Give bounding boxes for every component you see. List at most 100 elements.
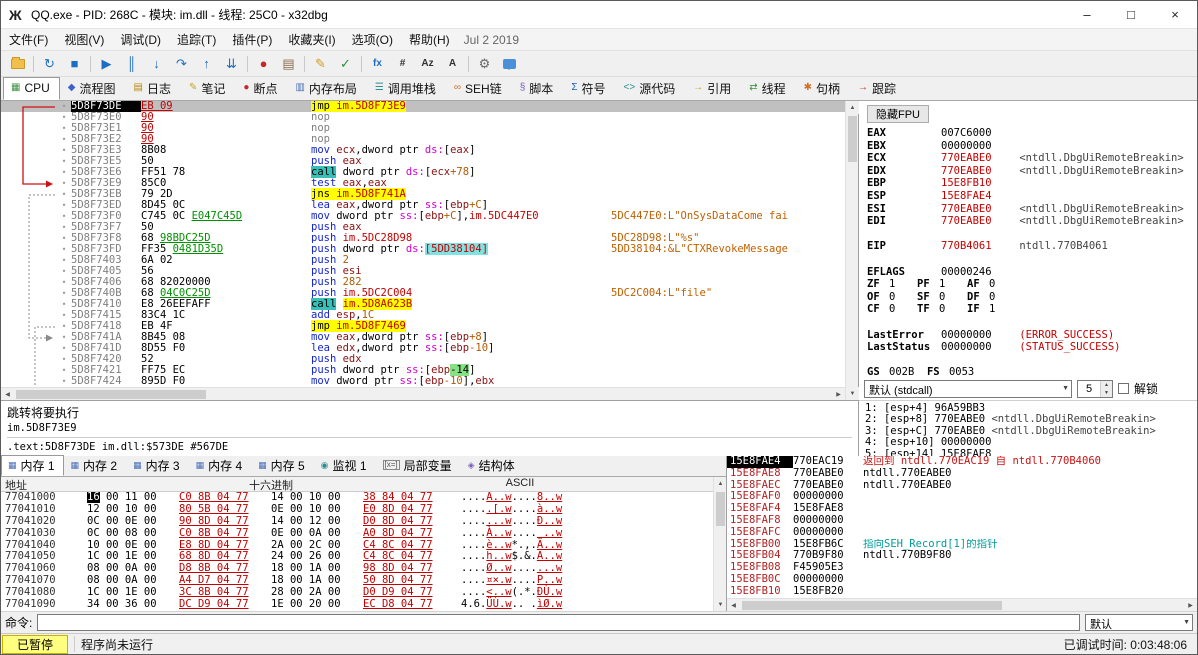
view-tab-notes[interactable]: ✎笔记 [181,77,235,100]
memory-row[interactable]: 7704101012 00 10 0080 5B 04 770E 00 10 0… [1,504,713,516]
disasm-row[interactable]: •5D8F73F0C745 0C E047C45Dmov dword ptr s… [1,211,845,222]
breakpoint-dot[interactable]: • [57,288,71,299]
register-row[interactable]: LastError00000000 (ERROR_SUCCESS) [867,329,1195,342]
breakpoint-dot[interactable]: • [57,222,71,233]
disasm-row[interactable]: •5D8F73E190nop [1,123,845,134]
maximize-button[interactable]: □ [1109,1,1153,29]
stepper-down-icon[interactable]: ▼ [1101,389,1112,397]
disasm-row[interactable]: •5D8F73E985C0test eax,eax [1,178,845,189]
register-row[interactable]: EFLAGS00000246 [867,266,1195,279]
menu-item[interactable]: 调试(D) [112,29,169,50]
flags-row[interactable]: OF 0 SF 0 DF 0 [867,291,1195,304]
view-tab-handles[interactable]: ✱句柄 [796,77,850,100]
breakpoint-dot[interactable]: • [57,178,71,189]
step-over-button[interactable]: ↷ [169,53,194,75]
view-tab-source[interactable]: <>源代码 [616,77,686,100]
stack-row[interactable]: 15E8FAFC00000000 [727,527,1197,539]
stop-button[interactable]: ■ [62,53,87,75]
view-tab-symbols[interactable]: Σ符号 [563,77,615,100]
breakpoint-dot[interactable]: • [57,299,71,310]
breakpoint-dot[interactable]: • [57,233,71,244]
disasm-row[interactable]: •5D8F740556push esi [1,266,845,277]
functions-button[interactable]: fx [365,53,390,75]
stepper-up-icon[interactable]: ▲ [1101,381,1112,389]
breakpoint-dot[interactable]: • [57,321,71,332]
breakpoint-dot[interactable]: • [57,244,71,255]
disasm-row[interactable]: •5D8F741D8D55 F0lea edx,dword ptr ss:[eb… [1,343,845,354]
view-tab-trace[interactable]: →跟踪 [850,77,906,100]
breakpoint-dot[interactable]: • [57,134,71,145]
compare-button[interactable]: ✓ [333,53,358,75]
bottom-tab-dump4[interactable]: ▦内存 4 [189,455,252,476]
menu-item[interactable]: 文件(F) [1,29,56,50]
open-file-button[interactable] [5,53,30,75]
memory-row[interactable]: 770410300C 00 08 00C0 8B 04 770E 00 0A 0… [1,528,713,540]
view-tab-threads[interactable]: ⇄线程 [741,77,795,100]
disasm-row[interactable]: •5D8F7424895D F0mov dword ptr ss:[ebp-10… [1,376,845,387]
scroll-thumb[interactable] [742,601,1002,610]
disasm-row[interactable]: •5D8F73F750push eax [1,222,845,233]
animate-into-button[interactable]: ⇊ [219,53,244,75]
memory-map-button[interactable]: ▤ [276,53,301,75]
register-row[interactable]: EDX770EABE0 <ntdll.DbgUiRemoteBreakin> [867,165,1195,178]
register-row[interactable]: EBX00000000 [867,140,1195,153]
view-tab-graph[interactable]: ◆流程图 [60,77,126,100]
disasm-row[interactable]: •5D8F740668 82020000push 282 [1,277,845,288]
stack-row[interactable]: 15E8FB1015E8FB20 [727,586,1197,598]
view-tab-memory-map[interactable]: ▥内存布局 [287,77,366,100]
register-row[interactable]: EIP770B4061 ntdll.770B4061 [867,240,1195,253]
bottom-tab-dump3[interactable]: ▦内存 3 [126,455,189,476]
flags-row[interactable]: ZF 1 PF 1 AF 0 [867,278,1195,291]
disasm-row[interactable]: •5D8F740B68 04C0C25Dpush im.5DC2C0045DC2… [1,288,845,299]
run-button[interactable]: ▶ [94,53,119,75]
breakpoint-dot[interactable]: • [57,123,71,134]
register-row[interactable]: EAX007C6000 [867,127,1195,140]
view-tab-call-stack[interactable]: ☰调用堆栈 [367,77,446,100]
register-row[interactable]: LastStatus00000000 (STATUS_SUCCESS) [867,341,1195,354]
breakpoint-dot[interactable]: • [57,376,71,387]
disasm-row[interactable]: •5D8F73E090nop [1,112,845,123]
pause-button[interactable]: ║ [119,53,144,75]
breakpoint-dot[interactable]: • [57,167,71,178]
bottom-tab-locals[interactable]: [x=]局部变量 [376,455,461,476]
breakpoint-dot[interactable]: • [57,211,71,222]
patches-button[interactable]: ✎ [308,53,333,75]
step-into-button[interactable]: ↓ [144,53,169,75]
breakpoint-dot[interactable]: • [57,343,71,354]
breakpoint-dot[interactable]: • [57,365,71,376]
menu-item[interactable]: 追踪(T) [169,29,224,50]
scroll-thumb[interactable] [16,390,206,399]
breakpoint-dot[interactable]: • [57,332,71,343]
breakpoint-dot[interactable]: • [57,266,71,277]
register-row[interactable]: ECX770EABE0 <ntdll.DbgUiRemoteBreakin> [867,152,1195,165]
memory-row[interactable]: 7704109034 00 36 00DC D9 04 771E 00 20 0… [1,599,713,611]
command-input[interactable] [37,614,1080,631]
view-tab-log[interactable]: ▤日志 [126,77,181,100]
disasm-row[interactable]: •5D8F73FDFF35 0481D35Dpush dword ptr ds:… [1,244,845,255]
chat-button[interactable] [497,53,522,75]
scroll-up-arrow[interactable]: ▲ [846,101,859,114]
breakpoint-dot[interactable]: • [57,101,71,112]
flags-row[interactable]: CF 0 TF 0 IF 1 [867,303,1195,316]
breakpoints-button[interactable]: ● [251,53,276,75]
menu-item[interactable]: 收藏夹(I) [280,29,343,50]
hide-fpu-button[interactable]: 隐藏FPU [867,105,929,123]
bottom-tab-dump5[interactable]: ▦内存 5 [251,455,314,476]
disassembly-vscrollbar[interactable]: ▲ ▼ [845,101,858,400]
minimize-button[interactable]: – [1065,1,1109,29]
case-button[interactable]: Az [415,53,440,75]
view-tab-references[interactable]: →引用 [685,77,741,100]
stack-row[interactable]: 15E8FAF800000000 [727,515,1197,527]
view-tab-breakpoints[interactable]: ●断点 [235,77,287,100]
scroll-thumb[interactable] [848,116,857,162]
disasm-row[interactable]: •5D8F7410E8 26EEFAFFcall im.5D8A623B [1,299,845,310]
breakpoint-dot[interactable]: • [57,189,71,200]
breakpoint-dot[interactable]: • [57,156,71,167]
stack-row[interactable]: 15E8FAE8770EABE0ntdll.770EABE0 [727,468,1197,480]
menu-item[interactable]: 视图(V) [56,29,112,50]
hash-button[interactable]: # [390,53,415,75]
disassembly-hscrollbar[interactable]: ◀ ▶ [1,387,845,400]
view-tab-seh[interactable]: ∞SEH链 [446,77,512,100]
unlock-checkbox[interactable] [1118,383,1129,394]
command-profile-select[interactable]: 默认 ▼ [1085,614,1193,631]
